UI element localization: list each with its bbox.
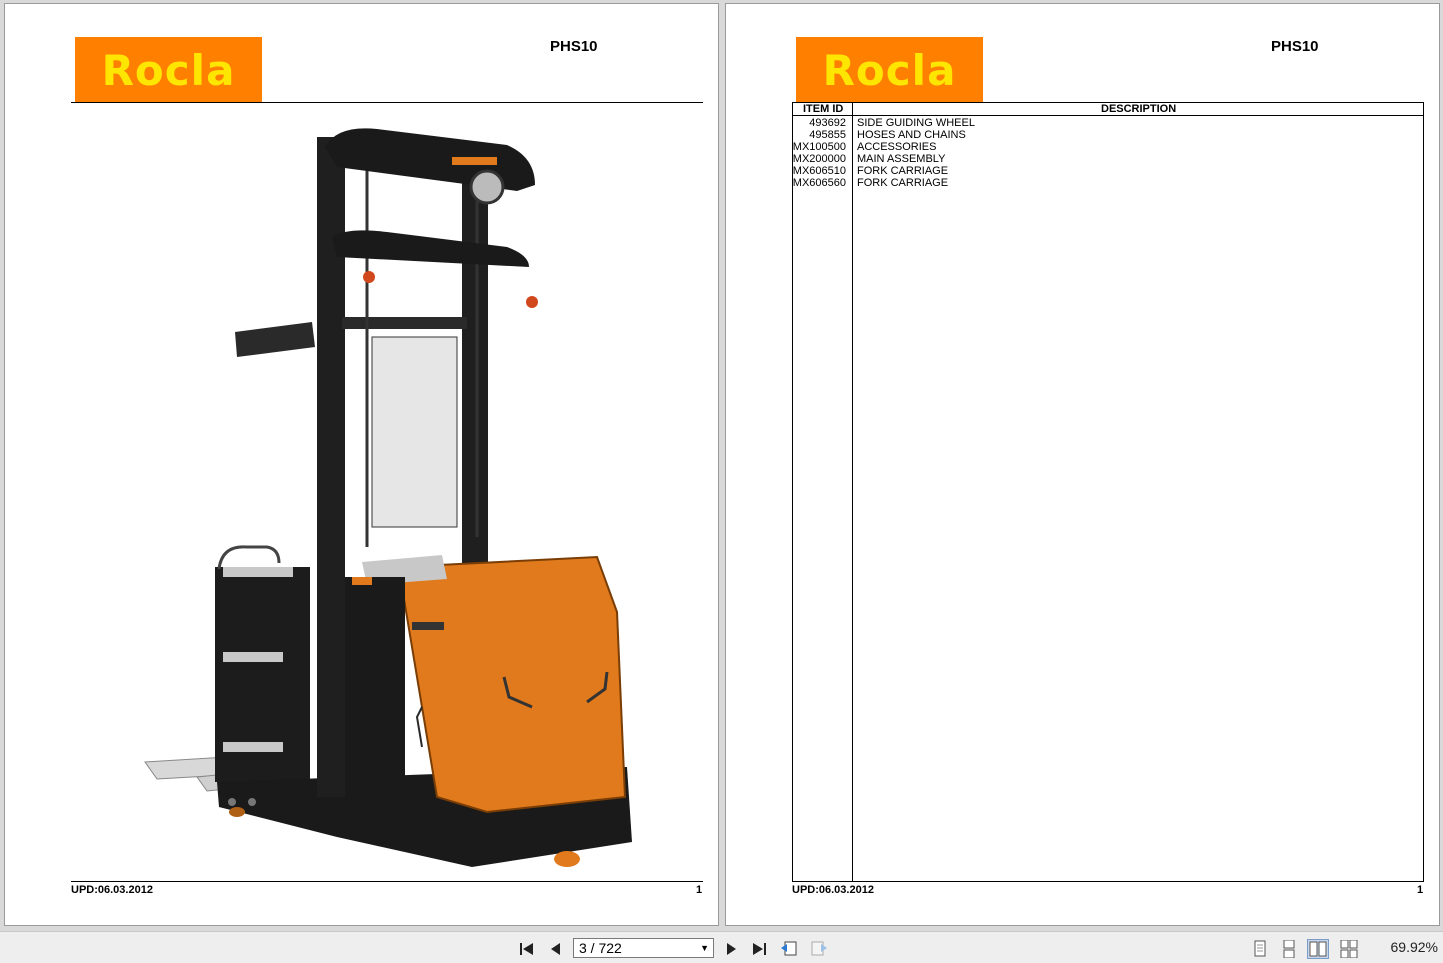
item-id: MX606560 (792, 177, 846, 189)
table-row: MX100500 ACCESSORIES (793, 141, 1423, 153)
prev-page-icon[interactable] (546, 940, 566, 958)
item-description: MAIN ASSEMBLY (857, 153, 946, 165)
first-page-icon[interactable] (517, 940, 537, 958)
continuous-facing-icon[interactable] (1339, 940, 1359, 958)
pdf-page-right: Rocla PHS10 ITEM ID DESCRIPTION 493692 S… (725, 3, 1440, 926)
column-header-item-id: ITEM ID (803, 103, 844, 115)
model-title: PHS10 (550, 38, 598, 55)
footer-date: UPD:06.03.2012 (71, 884, 153, 896)
footer-rule (71, 881, 703, 882)
item-id: 493692 (809, 117, 846, 129)
table-row: MX606560 FORK CARRIAGE (793, 177, 1423, 189)
column-header-description: DESCRIPTION (1101, 103, 1177, 115)
footer-date: UPD:06.03.2012 (792, 884, 874, 896)
item-description: FORK CARRIAGE (857, 165, 949, 177)
page-number-select[interactable]: 3 / 722 ▼ (573, 938, 714, 958)
table-row: 495855 HOSES AND CHAINS (793, 129, 1423, 141)
rocla-logo: Rocla (75, 37, 262, 103)
footer-page-number: 1 (1417, 884, 1424, 896)
column-separator (852, 103, 853, 881)
model-title: PHS10 (1271, 38, 1319, 55)
item-id: MX200000 (792, 153, 846, 165)
next-page-icon[interactable] (721, 940, 741, 958)
table-row: 493692 SIDE GUIDING WHEEL (793, 117, 1423, 129)
document-viewport[interactable]: Rocla PHS10 UPD:06.03.2012 1 Rocla PHS10… (0, 0, 1443, 931)
table-header-rule (793, 115, 1423, 116)
item-id: 495855 (809, 129, 846, 141)
forklift-photo (137, 107, 637, 882)
forward-view-icon[interactable] (809, 940, 829, 958)
item-description: FORK CARRIAGE (857, 177, 949, 189)
item-description: SIDE GUIDING WHEEL (857, 117, 975, 129)
footer-page-number: 1 (696, 884, 703, 896)
page-indicator: 3 / 722 (579, 940, 622, 956)
table-row: MX606510 FORK CARRIAGE (793, 165, 1423, 177)
item-description: HOSES AND CHAINS (857, 129, 966, 141)
single-page-icon[interactable] (1250, 940, 1270, 958)
continuous-icon[interactable] (1279, 940, 1299, 958)
back-view-icon[interactable] (779, 940, 799, 958)
last-page-icon[interactable] (749, 940, 769, 958)
rocla-logo: Rocla (796, 37, 983, 103)
viewer-toolbar: 3 / 722 ▼ 69.92% (0, 931, 1443, 963)
zoom-level[interactable]: 69.92% (1391, 939, 1438, 955)
table-row: MX200000 MAIN ASSEMBLY (793, 153, 1423, 165)
item-description: ACCESSORIES (857, 141, 937, 153)
header-rule (71, 102, 703, 103)
facing-icon[interactable] (1307, 939, 1329, 959)
pdf-page-left: Rocla PHS10 UPD:06.03.2012 1 (4, 3, 719, 926)
item-id: MX606510 (792, 165, 846, 177)
chevron-down-icon: ▼ (700, 943, 709, 953)
item-id: MX100500 (792, 141, 846, 153)
parts-table: ITEM ID DESCRIPTION 493692 SIDE GUIDING … (792, 102, 1424, 882)
